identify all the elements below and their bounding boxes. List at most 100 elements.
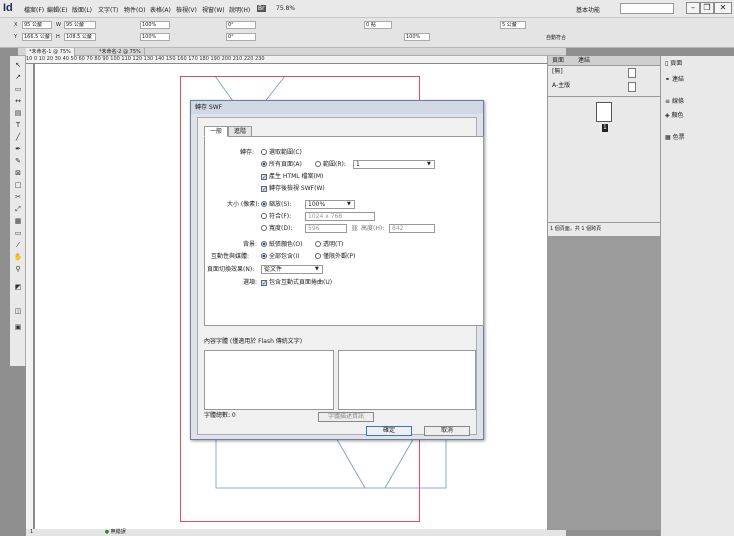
- page-tool-icon[interactable]: ▭: [12, 84, 24, 94]
- minimize-button[interactable]: –: [686, 2, 700, 14]
- menu-type[interactable]: 文字(T): [98, 5, 118, 14]
- doc-tab-2[interactable]: *未命名-2 @ 75%: [96, 48, 145, 56]
- tab-pages[interactable]: 頁面: [552, 57, 564, 65]
- fill-stroke-icon[interactable]: ◩: [12, 282, 24, 292]
- appearance-only-radio[interactable]: 僅限外觀(P): [315, 253, 355, 261]
- scale-y-field[interactable]: 100%: [140, 33, 170, 41]
- rectangle-frame-tool-icon[interactable]: ⊠: [12, 168, 24, 178]
- width-radio[interactable]: 寬度(D):: [261, 225, 292, 233]
- restore-button[interactable]: ❐: [700, 2, 714, 14]
- bridge-button[interactable]: Br: [257, 5, 266, 12]
- stroke-weight-field[interactable]: 0 點: [364, 21, 392, 29]
- workspace-switcher[interactable]: 基本功能: [576, 5, 600, 14]
- content-collector-icon[interactable]: ▤: [12, 108, 24, 118]
- transition-dropdown-icon[interactable]: ▼: [315, 265, 319, 273]
- zoom-tool-icon[interactable]: ⚲: [12, 264, 24, 274]
- rectangle-tool-icon[interactable]: □: [12, 180, 24, 190]
- x-field[interactable]: 95 公釐: [22, 21, 52, 29]
- master-none-thumbnail[interactable]: [628, 68, 636, 78]
- height-field[interactable]: 842: [389, 224, 435, 233]
- master-none[interactable]: [無]: [552, 68, 563, 76]
- hand-tool-icon[interactable]: ✋: [12, 252, 24, 262]
- rotate-field[interactable]: 0°: [226, 21, 256, 29]
- link-proportions-icon[interactable]: ⛓: [351, 225, 359, 233]
- autofit-checkbox[interactable]: 自動符合: [546, 34, 566, 41]
- eyedropper-tool-icon[interactable]: ⁄: [12, 240, 24, 250]
- normal-mode-icon[interactable]: ◫: [12, 306, 24, 316]
- dock-swatches[interactable]: ▦ 色票: [665, 132, 685, 144]
- y-field[interactable]: 166.5 公釐: [22, 33, 52, 41]
- range-field[interactable]: 1: [353, 160, 435, 169]
- fit-field[interactable]: 1024 x 768: [305, 212, 375, 221]
- all-pages-radio[interactable]: 所有頁面(A): [261, 161, 302, 169]
- menu-table[interactable]: 表格(A): [150, 5, 171, 14]
- shear-field[interactable]: 0°: [226, 33, 256, 41]
- menu-help[interactable]: 說明(H): [229, 5, 250, 14]
- tab-general[interactable]: 一般: [204, 126, 229, 137]
- width-field[interactable]: 95 公釐: [64, 21, 96, 29]
- pages-panel: 頁面 連結 [無] A-主版 1 1 個頁面，共 1 個跨頁: [547, 56, 661, 236]
- view-swf-checkbox[interactable]: ✓ 轉存後檢視 SWF(W): [261, 185, 325, 193]
- app-logo: Id: [3, 2, 13, 14]
- opacity-field[interactable]: 100%: [404, 33, 430, 41]
- page-thumbnail[interactable]: [596, 102, 612, 122]
- include-all-radio[interactable]: 全部包含(I): [261, 253, 299, 261]
- gutter-field[interactable]: 5 公釐: [500, 21, 526, 29]
- width-field[interactable]: 596: [305, 224, 347, 233]
- menu-object[interactable]: 物件(O): [124, 5, 145, 14]
- fit-radio[interactable]: 符合(F):: [261, 213, 291, 221]
- gap-tool-icon[interactable]: ↔: [12, 96, 24, 106]
- note-tool-icon[interactable]: ▭: [12, 228, 24, 238]
- transition-select[interactable]: 從文件: [261, 265, 323, 274]
- screen-mode-icon[interactable]: ▣: [12, 322, 24, 332]
- preflight-status-icon[interactable]: ●: [105, 529, 109, 535]
- doc-tab-1[interactable]: *未命名-1 @ 75%: [26, 48, 75, 56]
- master-a[interactable]: A-主版: [552, 82, 570, 90]
- scale-x-field[interactable]: 100%: [140, 21, 170, 29]
- selection-tool-icon[interactable]: ↖: [12, 60, 24, 70]
- selection-radio[interactable]: 選取範圍(C): [261, 149, 302, 157]
- page-curl-checkbox[interactable]: ✓ 包含互動式頁面捲曲(U): [261, 279, 332, 287]
- scale-dropdown-icon[interactable]: ▼: [347, 200, 351, 208]
- ok-button[interactable]: 確定: [366, 426, 412, 436]
- transparent-label: 透明(T): [323, 241, 344, 248]
- tab-links[interactable]: 連結: [578, 57, 590, 65]
- menu-edit[interactable]: 編輯(E): [47, 5, 67, 14]
- scale-radio[interactable]: 縮放(S):: [261, 201, 292, 209]
- dock-pages[interactable]: ▯ 頁面: [665, 58, 682, 70]
- zoom-level[interactable]: 75.8%: [276, 5, 295, 12]
- dock-links[interactable]: ⚭ 連結: [665, 74, 684, 86]
- pen-tool-icon[interactable]: ✒: [12, 144, 24, 154]
- font-info-button[interactable]: 字體描述資訊: [318, 412, 374, 422]
- generate-html-checkbox[interactable]: ✓ 產生 HTML 檔案(M): [261, 173, 323, 181]
- pencil-tool-icon[interactable]: ✎: [12, 156, 24, 166]
- master-a-thumbnail[interactable]: [628, 82, 636, 92]
- menu-view[interactable]: 檢視(V): [176, 5, 197, 14]
- menu-window[interactable]: 視窗(W): [202, 5, 225, 14]
- page-number[interactable]: 1: [30, 529, 33, 535]
- help-search-input[interactable]: [620, 3, 674, 14]
- height-label: 高度(H):: [361, 225, 385, 232]
- dock-stroke[interactable]: ≡ 線條: [665, 96, 684, 108]
- close-button[interactable]: ✕: [714, 2, 732, 14]
- transparent-radio[interactable]: 透明(T): [315, 241, 343, 249]
- range-dropdown-icon[interactable]: ▼: [427, 160, 431, 168]
- type-tool-icon[interactable]: T: [12, 120, 24, 130]
- page-curl-check-icon: ✓: [261, 280, 268, 287]
- links-icon: ⚭: [665, 76, 672, 83]
- paper-color-radio[interactable]: 紙張顏色(O): [261, 241, 302, 249]
- dock-color[interactable]: ◈ 顏色: [665, 110, 684, 122]
- fonts-list[interactable]: [204, 350, 334, 410]
- panel-empty-area: [547, 236, 660, 530]
- scissors-tool-icon[interactable]: ✂: [12, 192, 24, 202]
- height-field[interactable]: 108.5 公釐: [64, 33, 96, 41]
- direct-selection-tool-icon[interactable]: ↗: [12, 72, 24, 82]
- menu-file[interactable]: 檔案(F): [24, 5, 44, 14]
- menu-layout[interactable]: 版面(L): [72, 5, 92, 14]
- free-transform-tool-icon[interactable]: ⤢: [12, 204, 24, 214]
- dock-stroke-label: 線條: [671, 98, 684, 105]
- gradient-tool-icon[interactable]: ▦: [12, 216, 24, 226]
- range-radio[interactable]: 範圍(R):: [315, 161, 346, 169]
- line-tool-icon[interactable]: ╱: [12, 132, 24, 142]
- cancel-button[interactable]: 取消: [424, 426, 470, 436]
